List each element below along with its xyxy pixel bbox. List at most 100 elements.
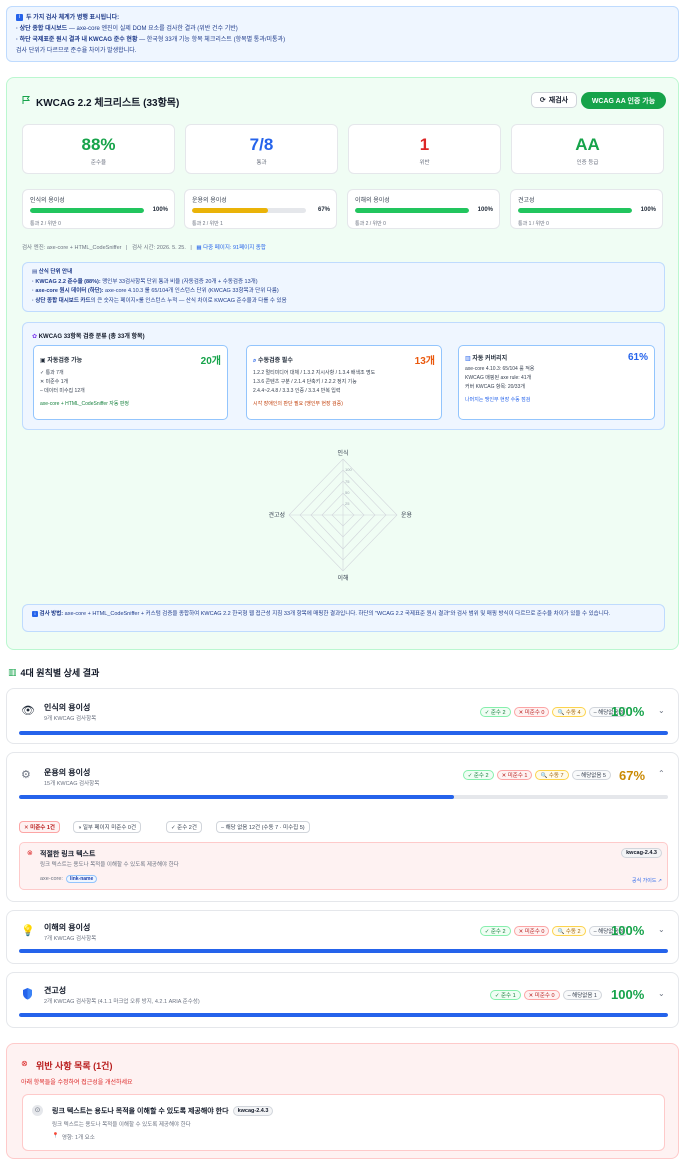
notice-line-4: 검사 단위가 다르므로 준수율 차이가 발생합니다. <box>16 48 137 54</box>
auto-foot: axe-core + HTML_CodeSniffer 자동 판정 <box>40 401 130 407</box>
rescan-label: 재검사 <box>548 97 569 104</box>
puzzle-icon: ✿ <box>32 334 38 340</box>
principle-pct: 67% <box>317 207 330 213</box>
section-perceivable[interactable]: 👁 인식의 용이성 9개 KWCAG 검사항목 ✓ 준수 2 ✕ 미준수 0 🔍… <box>6 688 679 744</box>
unit-line-3-label: · 상단 종합 대시보드 카드 <box>32 297 91 304</box>
shield-icon <box>23 988 32 1000</box>
principle-sub: 통과 1 / 위반 0 <box>518 221 549 227</box>
manual-foot: 시각 장애인의 판단 필요 (맹인부 현장 검증) <box>253 401 343 407</box>
principle-radar-chart: 100 75 50 25 인식 운용 이해 견고성 <box>268 449 412 582</box>
principle-bar-fill <box>355 208 469 213</box>
principle-bar-fill <box>192 208 269 213</box>
violation-title: 링크 텍스트는 용도나 목적을 이해할 수 있도록 제공해야 한다 <box>52 1108 229 1115</box>
unit-notice: ▤ 산식 단위 안내 · KWCAG 2.2 준수율 (88%): 맹인부 33… <box>22 262 665 312</box>
official-guide-link[interactable]: 공식 가이드 ↗ <box>632 877 662 884</box>
auto-line: ✕ 미준수 1개 <box>40 379 69 385</box>
magnifier-icon: ⌕ <box>253 357 257 364</box>
verification-breakdown: ✿ KWCAG 33항목 검증 분류 (총 33개 항목) ▣ 자동검증 가능 … <box>22 322 665 430</box>
cert-badge-button[interactable]: WCAG AA 인증 가능 <box>581 92 666 109</box>
chevron-up-icon[interactable]: ⌃ <box>658 769 665 778</box>
violation-desc: 링크 텍스트는 용도나 목적을 이해할 수 있도록 제공해야 한다 <box>52 1122 191 1128</box>
principle-bar <box>192 208 306 213</box>
error-icon: ⊗ <box>21 1059 28 1068</box>
auto-count: 20개 <box>200 356 221 367</box>
rescan-button[interactable]: ⟳ 재검사 <box>531 92 577 108</box>
stat-grade: AA 인증 등급 <box>511 124 664 174</box>
violation-item-card: ⊗ 적절한 링크 텍스트 링크 텍스트는 용도나 목적을 이해할 수 있도록 제… <box>19 842 668 890</box>
auto-line: – 데이터 미수집 12개 <box>40 388 85 394</box>
section-understandable[interactable]: 💡 이해의 용이성 7개 KWCAG 검사항목 ✓ 준수 2 ✕ 미준수 0 🔍… <box>6 910 679 964</box>
violation-row[interactable]: ⊙ 링크 텍스트는 용도나 목적을 이해할 수 있도록 제공해야 한다 kwca… <box>22 1094 665 1151</box>
coverage-line: KWCAG 매핑된 axe rule: 41개 <box>465 375 532 381</box>
lightbulb-icon: 💡 <box>21 925 35 937</box>
section-progress-fill <box>19 795 454 799</box>
stat-violations: 1 위반 <box>348 124 501 174</box>
principle-bar <box>355 208 469 213</box>
principle-pct: 100% <box>640 207 656 213</box>
tab-na[interactable]: – 해당 없음 12건 (수동 7 · 미수집 5) <box>216 821 310 833</box>
stat-label: 통과 <box>256 160 267 166</box>
multi-page-link[interactable]: 다중 페이지: 91페이지 종합 <box>203 245 266 251</box>
principle-bar-fill <box>30 208 144 213</box>
notice-title: 두 가지 검사 체계가 병행 표시됩니다: <box>26 15 120 21</box>
badge-pass: ✓ 준수 1 <box>489 990 521 1000</box>
svg-text:25: 25 <box>345 501 350 506</box>
notice-line-3-text: — 한국형 33개 기능 항목 체크리스트 (항목별 통과/미통과) <box>137 37 286 43</box>
breakdown-title: KWCAG 33항목 검증 분류 (총 33개 항목) <box>38 334 145 340</box>
stat-value: 1 <box>419 135 430 154</box>
violations-title: 위반 사항 목록 (1건) <box>36 1061 113 1071</box>
detail-heading: ▥ 4대 원칙별 상세 결과 <box>8 666 99 679</box>
section-pct: 100% <box>611 923 645 938</box>
unit-line-2-text: axe-core 4.10.3 룰 65/104개 인스턴스 단위 (KWCAG… <box>103 288 279 294</box>
badge-fail: ✕ 미준수 0 <box>513 707 550 717</box>
tab-pass[interactable]: ✓ 준수 2건 <box>166 821 202 833</box>
section-robust[interactable]: 견고성 2개 KWCAG 검사항목 (4.1.1 마크업 오류 방지, 4.2.… <box>6 972 679 1028</box>
badge-pass: ✓ 준수 2 <box>479 707 511 717</box>
badge-fail: ✕ 미준수 0 <box>523 990 560 1000</box>
section-operable[interactable]: ⚙ 운용의 용이성 15개 KWCAG 검사항목 ✓ 준수 2 ✕ 미준수 1 … <box>6 752 679 902</box>
radar-label-robust: 견고성 <box>268 511 285 519</box>
principle-name: 이해의 용이성 <box>355 198 390 204</box>
badge-manual: 🔍 수동 2 <box>552 926 586 936</box>
notice-line-2-label: · 상단 종합 대시보드 <box>16 26 68 32</box>
notice-line-2-text: — axe-core 엔진이 실제 DOM 요소를 검사한 결과 (위반 건수 … <box>67 26 238 32</box>
radar-label-perceive: 인식 <box>337 449 348 457</box>
principle-pct: 100% <box>152 207 168 213</box>
principle-bar-fill <box>518 208 632 213</box>
manual-line: 1.3.6 콘텐츠 구분 / 2.1.4 단축키 / 2.2.2 정지 기능 <box>253 379 357 385</box>
section-progress-fill <box>19 1013 668 1017</box>
computer-icon: ▣ <box>40 358 46 364</box>
method-notice: i 검사 방법: axe-core + HTML_CodeSniffer + 커… <box>22 604 665 632</box>
badge-fail: ✕ 미준수 1 <box>496 770 533 780</box>
scan-time: 검사 시간: 2026. 5. 25. <box>131 245 186 251</box>
coverage-title: 자동 커버리지 <box>472 356 508 362</box>
badge-manual: 🔍 수동 4 <box>552 707 586 717</box>
chevron-down-icon[interactable]: ⌄ <box>658 925 665 934</box>
badge-manual: 🔍 수동 7 <box>535 770 569 780</box>
manual-verify-card: ⌕ 수동검증 필수 13개 1.2.2 멀티미디어 대체 / 1.3.2 지시사… <box>246 345 442 420</box>
stat-label: 준수율 <box>90 160 107 166</box>
chevron-down-icon[interactable]: ⌄ <box>658 989 665 998</box>
chevron-down-icon[interactable]: ⌄ <box>658 706 665 715</box>
section-progress <box>19 795 668 799</box>
eye-icon: 👁 <box>21 705 35 717</box>
bar-chart-icon: ▥ <box>465 356 471 362</box>
pages-icon: ▦ <box>196 245 202 251</box>
breakdown-heading: ✿ KWCAG 33항목 검증 분류 (총 33개 항목) <box>32 331 145 340</box>
flag-icon <box>22 96 30 104</box>
tab-partial[interactable]: ◑ 일부 페이지 미준수 0건 <box>73 821 142 833</box>
dual-system-notice: i두 가지 검사 체계가 병행 표시됩니다: · 상단 종합 대시보드 — ax… <box>6 6 679 62</box>
item-title: 적절한 링크 텍스트 <box>40 851 96 858</box>
notice-line-3-label: · 하단 국제표준 원시 결과 내 KWCAG 준수 현황 <box>16 37 138 43</box>
unit-line-3-text: 의 큰 숫자는 페이지×룰 인스턴스 누적 — 산식 차이로 KWCAG 준수율… <box>90 297 287 304</box>
section-pct: 67% <box>619 768 646 783</box>
radar-label-understand: 이해 <box>337 574 348 582</box>
tab-fail[interactable]: ✕ 미준수 1건 <box>19 821 60 833</box>
scan-meta: 검사 엔진: axe-core + HTML_CodeSniffer | 검사 … <box>22 245 266 251</box>
principle-name: 인식의 용이성 <box>30 198 65 204</box>
auto-title: 자동검증 가능 <box>47 358 83 364</box>
axe-label: axe-core: <box>40 876 63 882</box>
badge-na: – 해당없음 5 <box>571 770 611 780</box>
stat-label: 인증 등급 <box>576 160 599 166</box>
info-icon: i <box>16 13 23 21</box>
